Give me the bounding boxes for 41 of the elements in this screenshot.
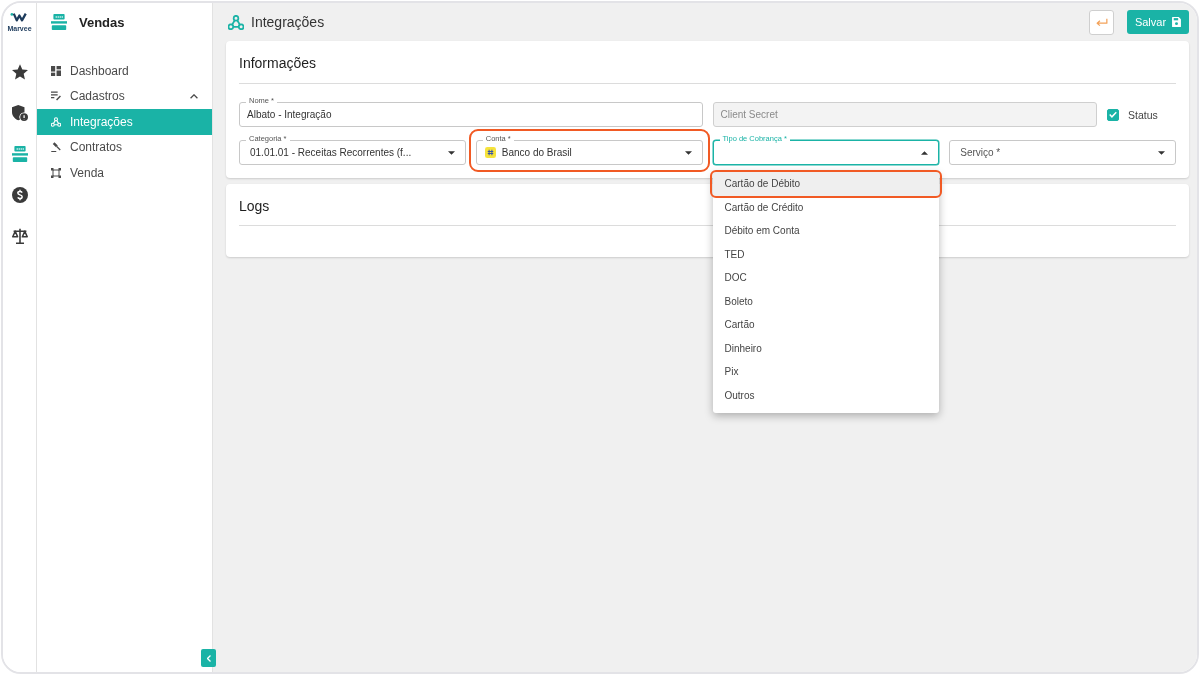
sidebar-item[interactable]: Venda <box>37 160 212 186</box>
cash-register-icon[interactable] <box>11 146 28 162</box>
chevron-up-icon[interactable] <box>190 93 198 99</box>
checkbox-label: Status <box>1128 108 1158 121</box>
chevron-left-icon <box>206 654 211 662</box>
dropdown-option[interactable]: Débito em Conta <box>712 219 940 243</box>
sidebar-item[interactable]: Cadastros <box>37 83 212 109</box>
dropdown-option[interactable]: Pix <box>712 360 940 384</box>
text-field[interactable]: Albato - Integração <box>239 102 703 127</box>
dropdown-option[interactable]: Boleto <box>712 289 940 313</box>
sidebar-item[interactable]: Dashboard <box>37 58 212 84</box>
dropdown-field[interactable]: Serviço * <box>949 140 1176 165</box>
bank-logo-icon <box>484 147 496 158</box>
logo-mark-icon <box>10 12 29 22</box>
dropdown-option[interactable]: Outros <box>712 383 940 407</box>
save-icon <box>1172 17 1182 27</box>
scales-icon[interactable] <box>11 228 28 244</box>
dropdown-option[interactable]: Cartão <box>712 313 940 337</box>
dropdown-option[interactable]: Cartão de Débito <box>712 172 940 196</box>
dropdown-option[interactable]: DOC <box>712 266 940 290</box>
dollar-coin-icon[interactable] <box>11 187 28 203</box>
dropdown-option[interactable]: TED <box>712 242 940 266</box>
return-arrow-icon <box>1095 17 1108 27</box>
webhook-icon <box>51 116 61 127</box>
sidebar-item[interactable]: Contratos <box>37 134 212 160</box>
gavel-icon <box>51 142 61 153</box>
dropdown-field[interactable]: Banco do Brasil <box>475 140 703 165</box>
frame-corners-icon <box>51 167 61 178</box>
webhook-icon <box>228 14 244 30</box>
card-title: Informações <box>239 53 1176 84</box>
dropdown-option[interactable]: Dinheiro <box>712 336 940 360</box>
sidebar-title: Vendas <box>79 14 125 30</box>
check-icon <box>1109 111 1117 118</box>
page-title: Integrações <box>251 14 325 30</box>
grid-icon <box>51 65 61 76</box>
list-edit-icon <box>51 91 61 102</box>
cash-register-icon <box>51 14 67 30</box>
checkbox[interactable] <box>1107 108 1119 121</box>
shield-icon[interactable] <box>11 105 28 121</box>
star-icon[interactable] <box>11 64 28 80</box>
dropdown-option[interactable]: Cartão de Crédito <box>712 195 940 219</box>
